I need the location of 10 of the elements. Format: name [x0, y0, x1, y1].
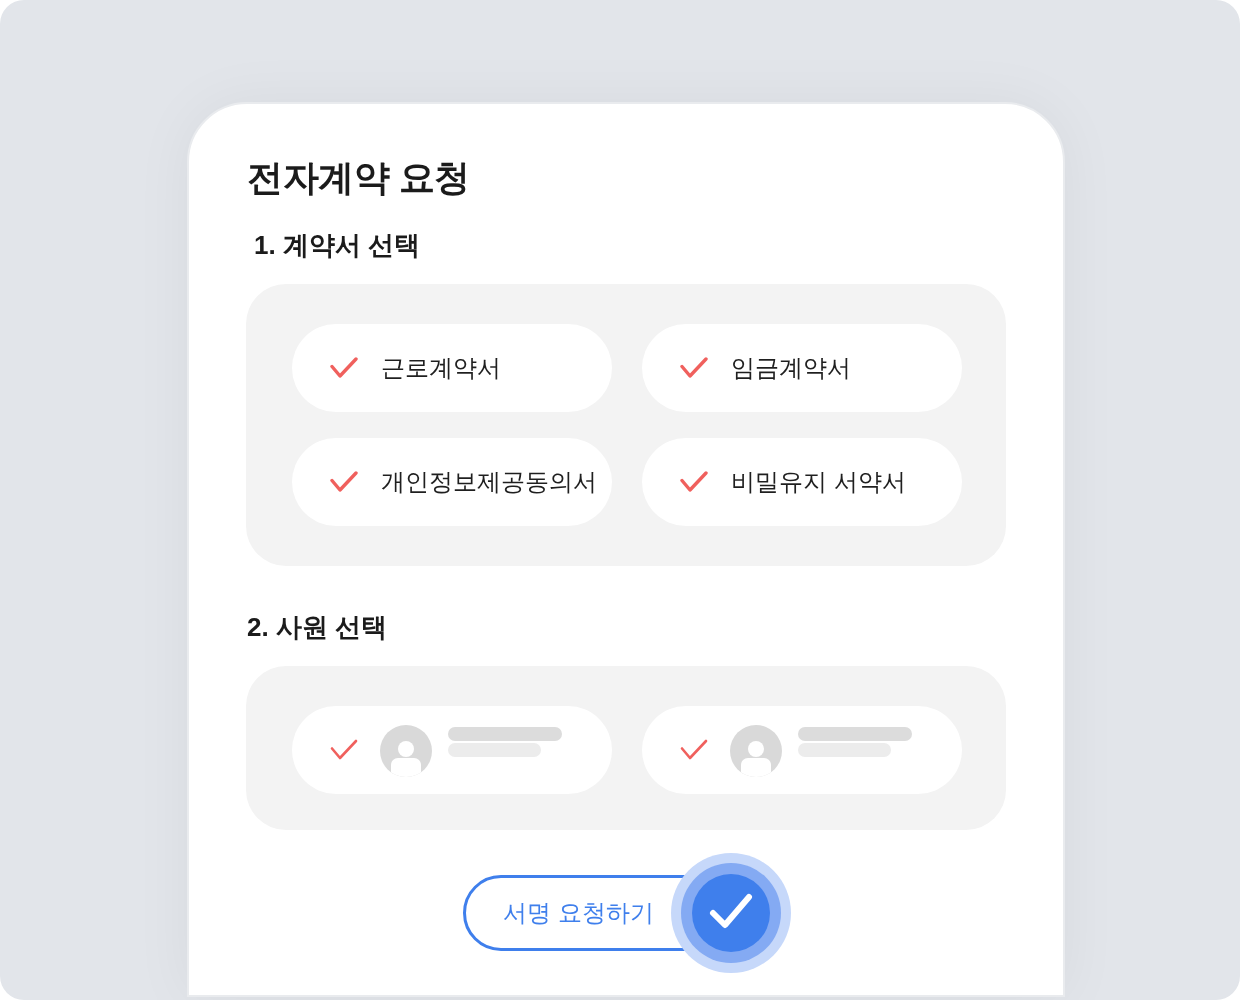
- section-heading: 1. 계약서 선택: [254, 229, 421, 262]
- contract-option[interactable]: 개인정보제공동의서: [292, 438, 612, 526]
- section-heading: 2. 사원 선택: [247, 611, 388, 644]
- contract-option[interactable]: 비밀유지 서약서: [642, 438, 962, 526]
- page-title: 전자계약 요청: [247, 156, 470, 200]
- avatar-icon: [730, 725, 782, 777]
- avatar-icon: [380, 725, 432, 777]
- contract-option[interactable]: 근로계약서: [292, 324, 612, 412]
- check-circle-icon: [671, 853, 791, 973]
- contract-option[interactable]: 임금계약서: [642, 324, 962, 412]
